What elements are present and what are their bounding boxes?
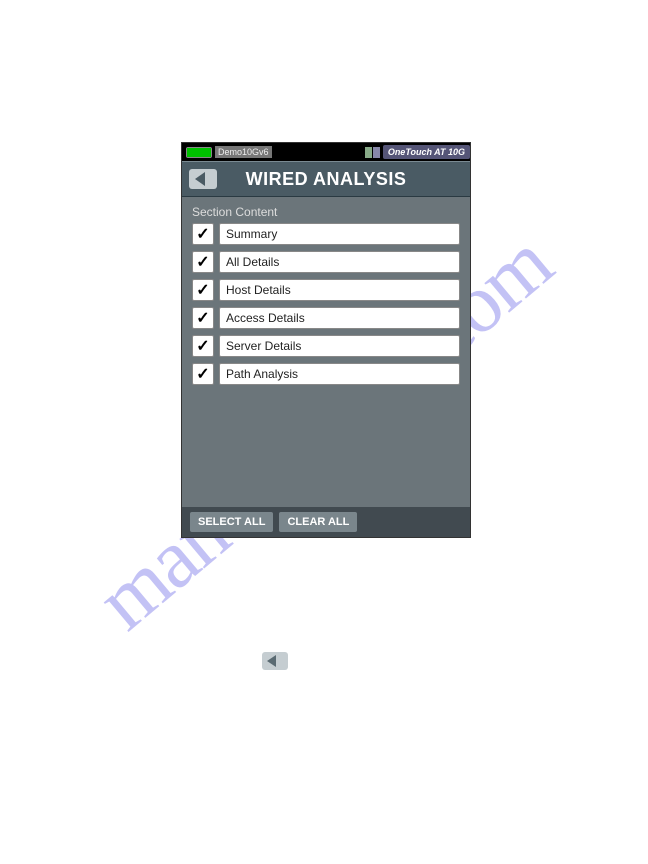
list-item: ✓ Summary bbox=[192, 223, 460, 245]
chevron-left-icon bbox=[189, 169, 217, 189]
clear-all-button[interactable]: CLEAR ALL bbox=[279, 512, 357, 532]
back-button-inline bbox=[262, 652, 290, 672]
item-path-analysis[interactable]: Path Analysis bbox=[219, 363, 460, 385]
list-item: ✓ Server Details bbox=[192, 335, 460, 357]
select-all-button[interactable]: SELECT ALL bbox=[190, 512, 273, 532]
checkbox-all-details[interactable]: ✓ bbox=[192, 251, 214, 273]
item-server-details[interactable]: Server Details bbox=[219, 335, 460, 357]
item-summary[interactable]: Summary bbox=[219, 223, 460, 245]
page-title: WIRED ANALYSIS bbox=[182, 169, 470, 190]
section-label: Section Content bbox=[192, 205, 460, 219]
checkbox-server-details[interactable]: ✓ bbox=[192, 335, 214, 357]
status-label: Demo10Gv6 bbox=[215, 146, 272, 158]
item-host-details[interactable]: Host Details bbox=[219, 279, 460, 301]
network-icons bbox=[364, 147, 380, 158]
checkbox-access-details[interactable]: ✓ bbox=[192, 307, 214, 329]
status-bar: Demo10Gv6 OneTouch AT 10G bbox=[182, 143, 470, 161]
list-item: ✓ Access Details bbox=[192, 307, 460, 329]
checkbox-host-details[interactable]: ✓ bbox=[192, 279, 214, 301]
bottom-bar: SELECT ALL CLEAR ALL bbox=[182, 507, 470, 537]
header-bar: WIRED ANALYSIS bbox=[182, 161, 470, 197]
checkbox-path-analysis[interactable]: ✓ bbox=[192, 363, 214, 385]
back-button[interactable] bbox=[188, 168, 218, 190]
item-all-details[interactable]: All Details bbox=[219, 251, 460, 273]
checkbox-summary[interactable]: ✓ bbox=[192, 223, 214, 245]
list-item: ✓ Host Details bbox=[192, 279, 460, 301]
item-access-details[interactable]: Access Details bbox=[219, 307, 460, 329]
battery-icon bbox=[186, 147, 212, 158]
list-item: ✓ All Details bbox=[192, 251, 460, 273]
device-screenshot: Demo10Gv6 OneTouch AT 10G WIRED ANALYSIS… bbox=[181, 142, 471, 538]
chevron-left-icon bbox=[262, 652, 288, 670]
device-name-badge: OneTouch AT 10G bbox=[383, 145, 470, 159]
list-item: ✓ Path Analysis bbox=[192, 363, 460, 385]
